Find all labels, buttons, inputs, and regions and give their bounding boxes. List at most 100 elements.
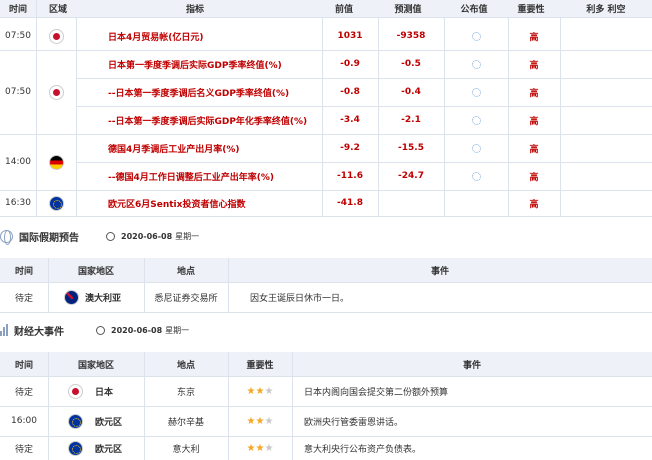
japan-flag	[68, 383, 83, 399]
col-place: 地点	[144, 352, 228, 376]
eu-flag	[68, 440, 83, 456]
holidays-date-value: 2020-06-08	[121, 231, 173, 241]
star-icon: ★	[255, 385, 265, 397]
importance-value: 高	[529, 172, 539, 183]
event-country: 日本	[48, 376, 144, 406]
col-time: 时间	[0, 258, 48, 282]
importance-value: 高	[529, 32, 539, 43]
forecast-value: -0.5	[401, 59, 421, 69]
holidays-weekday: 星期一	[175, 231, 200, 241]
col-indicator: 指标	[150, 0, 240, 17]
forecast-value: -2.1	[401, 115, 421, 125]
col-country: 国家地区	[48, 258, 144, 282]
event-description: 日本内阁向国会提交第二份额外预算	[304, 387, 449, 398]
events-date: 2020-06-08 星期一	[96, 322, 189, 338]
previous-value: -0.8	[340, 87, 360, 97]
event-description: 意大利央行公布资产负债表。	[304, 444, 422, 455]
holidays-date: 2020-06-08 星期一	[106, 228, 199, 244]
indicator-label[interactable]: 日本4月贸易帐(亿日元)	[76, 22, 322, 50]
col-actual: 公布值	[444, 0, 504, 17]
col-event: 事件	[292, 352, 652, 376]
events-weekday: 星期一	[165, 325, 190, 335]
clock-icon	[106, 231, 115, 241]
star-icon: ★	[246, 415, 256, 427]
eu-flag	[48, 195, 64, 211]
event-time: 待定	[14, 444, 33, 455]
forecast-value: -24.7	[398, 171, 424, 181]
eu-flag	[68, 413, 83, 429]
previous-value: -3.4	[340, 115, 360, 125]
loading-icon	[444, 162, 508, 190]
importance-stars: ★ ★ ★	[228, 406, 292, 436]
previous-value: -11.6	[337, 171, 363, 181]
events-date-value: 2020-06-08	[111, 325, 163, 335]
importance-value: 高	[529, 88, 539, 99]
loading-icon	[444, 106, 508, 134]
event-country: 欧元区	[48, 436, 144, 460]
japan-flag	[48, 84, 64, 100]
col-region: 区域	[44, 0, 72, 17]
japan-flag	[48, 28, 64, 44]
previous-value: 1031	[337, 31, 363, 41]
star-icon: ★	[246, 385, 256, 397]
col-importance: 重要性	[228, 352, 292, 376]
loading-icon	[444, 78, 508, 106]
event-time: 16:00	[11, 416, 37, 426]
indicator-label[interactable]: --日本第一季度季调后实际GDP年化季率终值(%)	[76, 106, 322, 134]
event-place: 意大利	[172, 444, 200, 455]
row-time: 16:30	[5, 198, 31, 208]
importance-value: 高	[529, 116, 539, 127]
event-place: 东京	[176, 387, 195, 398]
event-place: 赫尔辛基	[167, 417, 204, 428]
forecast-value: -15.5	[398, 143, 424, 153]
event-time: 待定	[14, 387, 33, 398]
event-description: 欧洲央行管委雷恩讲话。	[304, 417, 404, 428]
previous-value: -41.8	[337, 198, 363, 208]
star-icon: ★	[255, 415, 265, 427]
indicator-label[interactable]: 日本第一季度季调后实际GDP季率终值(%)	[76, 50, 322, 78]
importance-stars: ★ ★ ★	[228, 376, 292, 406]
row-time: 14:00	[5, 157, 31, 167]
indicator-label[interactable]: 欧元区6月Sentix投资者信心指数	[76, 190, 322, 216]
importance-value: 高	[529, 60, 539, 71]
germany-flag-cell	[36, 134, 76, 190]
col-event: 事件	[228, 258, 652, 282]
star-icon: ★	[246, 442, 256, 454]
forecast-value: -0.4	[401, 87, 421, 97]
indicator-label[interactable]: --日本第一季度季调后名义GDP季率终值(%)	[76, 78, 322, 106]
col-previous: 前值	[322, 0, 366, 17]
importance-stars: ★ ★ ★	[228, 436, 292, 460]
event-country: 欧元区	[48, 406, 144, 436]
events-title: 财经大事件	[0, 322, 64, 338]
bar-chart-icon	[0, 324, 8, 336]
star-icon: ★	[264, 442, 274, 454]
eu-flag-cell	[36, 190, 76, 216]
col-time: 时间	[0, 0, 36, 17]
indicator-label[interactable]: 德国4月季调后工业产出月率(%)	[76, 134, 322, 162]
japan-flag-cell	[36, 50, 76, 134]
col-country: 国家地区	[48, 352, 144, 376]
forecast-value	[378, 190, 444, 216]
col-time: 时间	[0, 352, 48, 376]
col-forecast: 预测值	[378, 0, 438, 17]
forecast-value: -9358	[396, 31, 426, 41]
clock-icon	[96, 325, 105, 335]
row-time: 07:50	[5, 31, 31, 41]
loading-icon	[444, 50, 508, 78]
holiday-country: 澳大利亚	[48, 282, 144, 312]
star-icon: ★	[255, 442, 265, 454]
japan-flag-cell	[36, 22, 76, 50]
indicator-label[interactable]: --德国4月工作日调整后工业产出年率(%)	[76, 162, 322, 190]
germany-flag	[48, 154, 64, 170]
col-importance: 重要性	[508, 0, 554, 17]
holiday-event: 因女王诞辰日休市一日。	[250, 293, 350, 304]
holiday-time: 待定	[14, 293, 33, 304]
col-effect: 利多 利空	[568, 0, 644, 17]
col-place: 地点	[144, 258, 228, 282]
loading-icon	[444, 134, 508, 162]
holidays-title: 国际假期预告	[0, 228, 79, 245]
star-icon: ★	[264, 415, 274, 427]
previous-value: -0.9	[340, 59, 360, 69]
previous-value: -9.2	[340, 143, 360, 153]
holiday-place: 悉尼证券交易所	[154, 293, 218, 304]
